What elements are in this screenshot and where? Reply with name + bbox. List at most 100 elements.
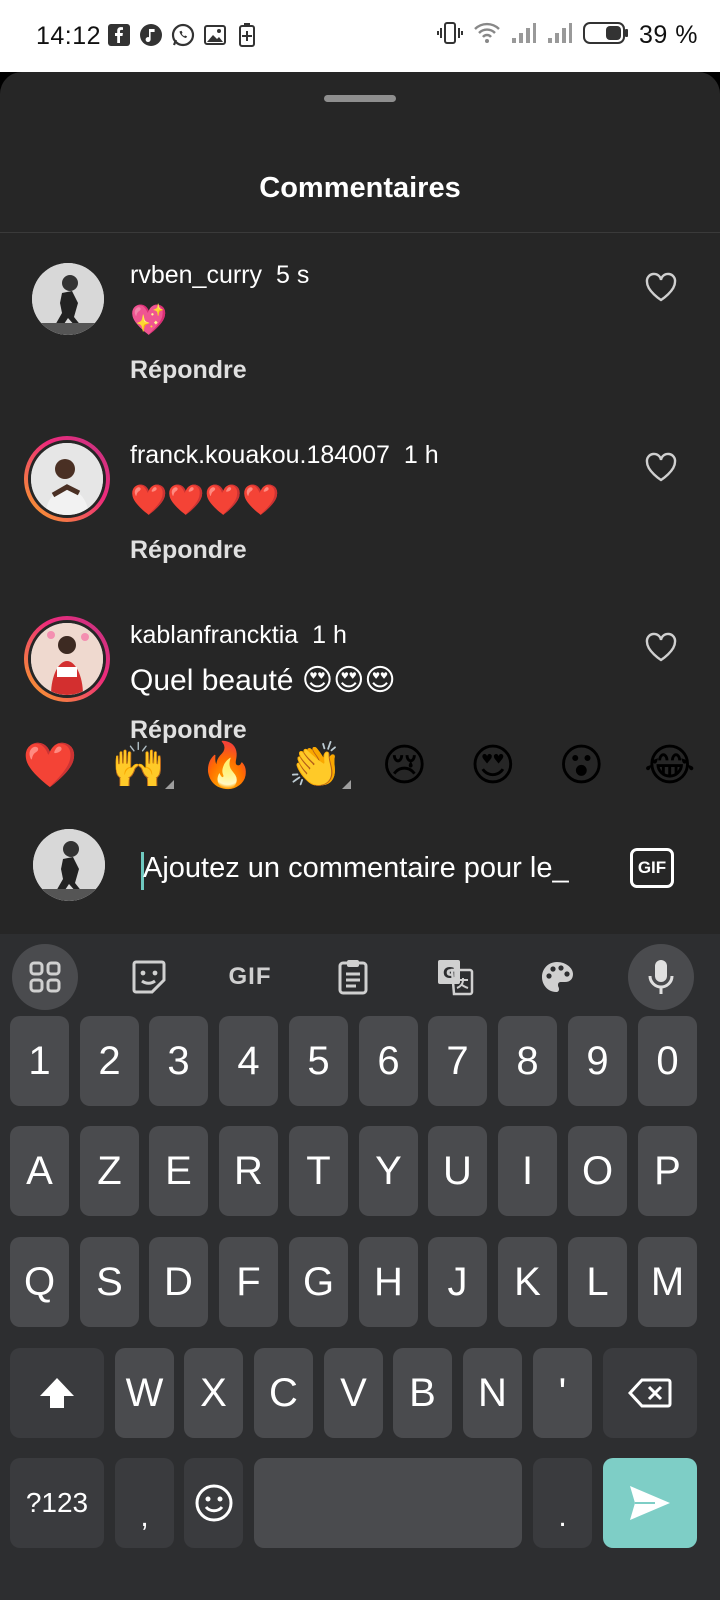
key-6[interactable]: 6 <box>359 1016 418 1106</box>
key-3[interactable]: 3 <box>149 1016 208 1106</box>
reply-button[interactable]: Répondre <box>130 536 247 565</box>
space-key[interactable] <box>254 1458 522 1548</box>
battery-icon <box>583 21 629 50</box>
reaction-cry[interactable]: 😢 <box>369 740 439 791</box>
facebook-icon <box>106 22 132 48</box>
key-s[interactable]: S <box>80 1237 139 1327</box>
skin-tone-indicator <box>164 780 174 789</box>
key-v[interactable]: V <box>324 1348 383 1438</box>
translate-icon[interactable]: G <box>422 944 488 1010</box>
key-c[interactable]: C <box>254 1348 313 1438</box>
palette-icon[interactable] <box>524 944 590 1010</box>
key-q[interactable]: Q <box>10 1237 69 1327</box>
key-r[interactable]: R <box>219 1126 278 1216</box>
symbols-key[interactable]: ?123 <box>10 1458 104 1548</box>
comments-list[interactable]: rvben_curry 5 s 💖 Répondre franck.kouakou… <box>0 233 720 797</box>
reaction-clap[interactable]: 👏 <box>281 739 351 791</box>
vibrate-icon <box>437 20 464 51</box>
backspace-key[interactable] <box>603 1348 697 1438</box>
music-icon <box>138 22 164 48</box>
mic-icon[interactable] <box>628 944 694 1010</box>
key-k[interactable]: K <box>498 1237 557 1327</box>
send-icon <box>630 1486 670 1520</box>
avatar[interactable] <box>32 263 104 335</box>
keyboard: GIF G 1 2 3 4 5 6 7 8 9 0 A Z E R T Y U … <box>0 934 720 1600</box>
emoji-icon <box>195 1484 232 1522</box>
notification-icons <box>106 22 260 48</box>
comment-item: franck.kouakou.184007 1 h ❤️❤️❤️❤️ Répond… <box>0 413 720 593</box>
comment-time: 1 h <box>312 621 347 649</box>
battery-percent: 39 % <box>639 21 698 49</box>
key-y[interactable]: Y <box>359 1126 418 1216</box>
keyboard-toolbar: GIF G <box>0 934 720 1012</box>
whatsapp-icon <box>170 22 196 48</box>
key-1[interactable]: 1 <box>10 1016 69 1106</box>
key-p[interactable]: P <box>638 1126 697 1216</box>
key-h[interactable]: H <box>359 1237 418 1327</box>
key-i[interactable]: I <box>498 1126 557 1216</box>
key-8[interactable]: 8 <box>498 1016 557 1106</box>
key-e[interactable]: E <box>149 1126 208 1216</box>
key-z[interactable]: Z <box>80 1126 139 1216</box>
comment-time: 1 h <box>403 441 439 469</box>
avatar-story-ring[interactable] <box>24 436 110 522</box>
comment-username[interactable]: rvben_curry <box>130 261 262 289</box>
key-x[interactable]: X <box>184 1348 243 1438</box>
key-u[interactable]: U <box>428 1126 487 1216</box>
my-avatar <box>33 829 105 901</box>
sheet-grabber[interactable] <box>324 95 396 102</box>
signal-icon <box>511 22 537 49</box>
sheet-title: Commentaires <box>259 172 461 204</box>
comment-text: Quel beauté 😍😍😍 <box>130 664 396 697</box>
gif-button[interactable]: GIF <box>630 848 674 888</box>
key-d[interactable]: D <box>149 1237 208 1327</box>
reaction-laugh[interactable]: 😂 <box>635 740 705 791</box>
shift-key[interactable] <box>10 1348 104 1438</box>
avatar-story-ring[interactable] <box>24 616 110 702</box>
battery-saver-icon <box>234 22 260 48</box>
reaction-heart-eyes[interactable]: 😍 <box>458 740 528 791</box>
comment-username[interactable]: kablanfrancktia <box>130 621 298 649</box>
key-b[interactable]: B <box>393 1348 452 1438</box>
key-a[interactable]: A <box>10 1126 69 1216</box>
status-bar: 14:12 39 % <box>0 0 720 72</box>
reaction-raised-hands[interactable]: 🙌 <box>104 739 174 791</box>
key-t[interactable]: T <box>289 1126 348 1216</box>
key-5[interactable]: 5 <box>289 1016 348 1106</box>
key-apostrophe[interactable]: ' <box>533 1348 592 1438</box>
key-7[interactable]: 7 <box>428 1016 487 1106</box>
emoji-key[interactable] <box>184 1458 243 1548</box>
key-0[interactable]: 0 <box>638 1016 697 1106</box>
key-f[interactable]: F <box>219 1237 278 1327</box>
key-o[interactable]: O <box>568 1126 627 1216</box>
sticker-icon[interactable] <box>116 944 182 1010</box>
key-4[interactable]: 4 <box>219 1016 278 1106</box>
gif-keyboard-button[interactable]: GIF <box>217 944 283 1010</box>
key-9[interactable]: 9 <box>568 1016 627 1106</box>
skin-tone-indicator <box>341 780 351 789</box>
key-m[interactable]: M <box>638 1237 697 1327</box>
key-n[interactable]: N <box>463 1348 522 1438</box>
apps-grid-icon[interactable] <box>12 944 78 1010</box>
heart-icon[interactable] <box>644 631 678 663</box>
clipboard-icon[interactable] <box>320 944 386 1010</box>
screen: 14:12 39 % Commentaires rvben_curry 5 s … <box>0 0 720 1600</box>
comment-input[interactable]: Ajoutez un commentaire pour le_ <box>143 852 613 890</box>
key-w[interactable]: W <box>115 1348 174 1438</box>
comment-item: rvben_curry 5 s 💖 Répondre <box>0 233 720 413</box>
comment-text: ❤️❤️❤️❤️ <box>130 484 280 517</box>
reaction-surprised[interactable]: 😮 <box>546 740 616 791</box>
reaction-fire[interactable]: 🔥 <box>192 739 262 791</box>
key-g[interactable]: G <box>289 1237 348 1327</box>
key-l[interactable]: L <box>568 1237 627 1327</box>
send-key[interactable] <box>603 1458 697 1548</box>
heart-icon[interactable] <box>644 451 678 483</box>
key-j[interactable]: J <box>428 1237 487 1327</box>
period-key[interactable]: . <box>533 1458 592 1548</box>
reply-button[interactable]: Répondre <box>130 356 247 385</box>
comment-username[interactable]: franck.kouakou.184007 <box>130 441 390 469</box>
heart-icon[interactable] <box>644 271 678 303</box>
key-2[interactable]: 2 <box>80 1016 139 1106</box>
reaction-heart[interactable]: ❤️ <box>15 739 85 791</box>
comma-key[interactable]: , <box>115 1458 174 1548</box>
